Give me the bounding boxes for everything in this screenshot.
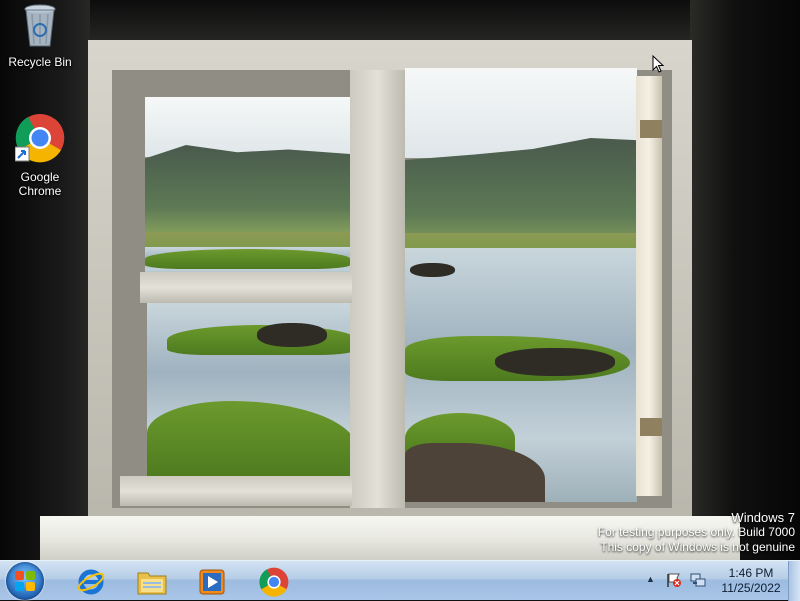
taskbar-pin-media-player[interactable]: [193, 564, 229, 598]
recycle-bin-icon: [4, 4, 76, 51]
chrome-icon: [4, 113, 76, 166]
wallpaper-wall-top: [90, 0, 690, 42]
internet-explorer-icon: [77, 569, 105, 595]
network-icon[interactable]: [690, 572, 706, 591]
watermark-genuine-notice: This copy of Windows is not genuine: [600, 540, 795, 554]
tray-show-hidden-icons-button[interactable]: ▲: [646, 574, 655, 584]
watermark-title: Windows 7: [731, 510, 795, 525]
wallpaper-hinge: [640, 120, 662, 138]
file-explorer-icon: [137, 572, 167, 595]
taskbar: ▲ 1:46 PM 11/25/2022: [0, 560, 800, 601]
wallpaper-window-mullion: [350, 70, 405, 508]
windows-watermark: Windows 7 For testing purposes only. Bui…: [598, 510, 795, 555]
taskbar-pin-file-explorer[interactable]: [132, 564, 168, 598]
wallpaper-wall-right: [690, 0, 800, 560]
media-player-icon: [199, 569, 225, 595]
wallpaper-window-bottom-rail: [120, 476, 352, 506]
wallpaper-pane-right: [405, 68, 637, 502]
taskbar-pin-chrome[interactable]: [255, 564, 291, 598]
mouse-cursor-icon: [652, 54, 665, 78]
desktop-icon-google-chrome[interactable]: Google Chrome: [4, 113, 76, 198]
taskbar-clock[interactable]: 1:46 PM 11/25/2022: [716, 566, 786, 596]
clock-time: 1:46 PM: [728, 566, 774, 580]
chrome-icon: [259, 567, 289, 597]
start-button[interactable]: [6, 562, 44, 600]
desktop-wallpaper: [0, 0, 800, 560]
desktop-icon-label: Recycle Bin: [8, 55, 72, 69]
wallpaper-wall-left: [0, 0, 95, 560]
clock-date: 11/25/2022: [721, 581, 781, 595]
windows-start-icon: [15, 571, 35, 591]
wallpaper-pane-bottom-left: [147, 303, 350, 476]
wallpaper-hinge: [640, 418, 662, 436]
watermark-build: For testing purposes only. Build 7000: [597, 525, 795, 539]
desktop-icon-label: Google Chrome: [18, 170, 62, 198]
action-center-flag-icon[interactable]: [666, 572, 682, 591]
taskbar-pin-internet-explorer[interactable]: [72, 564, 108, 598]
wallpaper-pane-top-left: [145, 97, 350, 272]
wallpaper-window-transom: [140, 272, 352, 303]
show-desktop-button[interactable]: [788, 561, 800, 601]
desktop-icon-recycle-bin[interactable]: Recycle Bin: [4, 4, 76, 69]
